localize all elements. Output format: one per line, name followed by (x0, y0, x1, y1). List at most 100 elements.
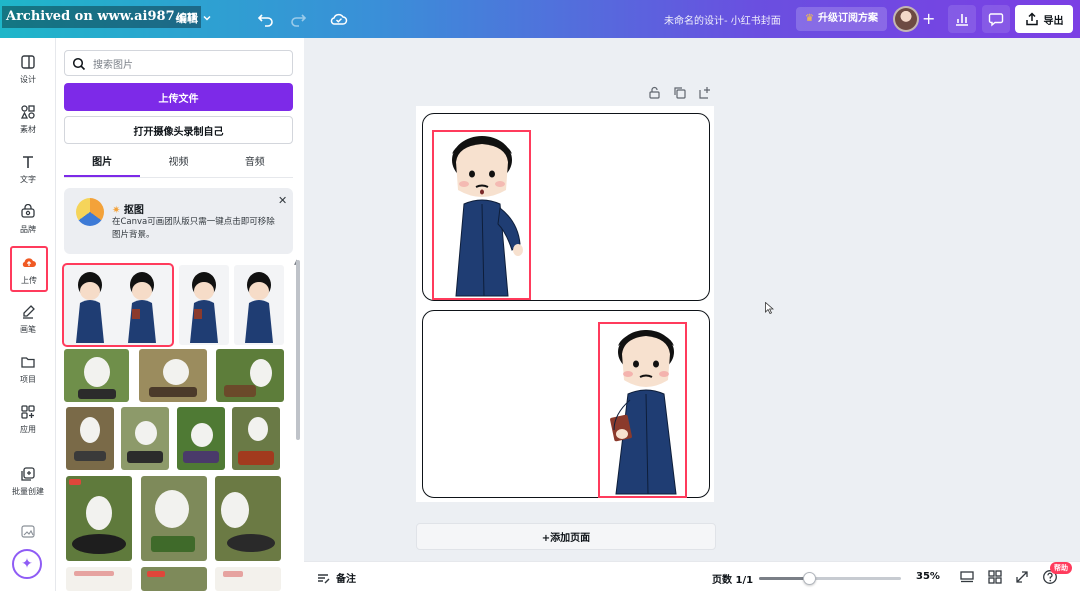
tab-videos[interactable]: 视频 (140, 150, 216, 177)
page-count[interactable]: 页数 1/1 (712, 571, 753, 586)
upgrade-label: 升级订阅方案 (817, 13, 878, 24)
uploaded-images-grid (62, 263, 292, 591)
sparkle-icon: ✷ (112, 205, 121, 216)
panel-scrollbar[interactable] (296, 260, 300, 440)
duplicate-page-icon[interactable] (673, 86, 686, 99)
help-badge[interactable]: 帮助 (1050, 562, 1072, 574)
uploaded-image[interactable] (62, 263, 174, 347)
uploaded-image[interactable] (139, 349, 207, 402)
apps-icon (21, 404, 35, 419)
uploaded-image[interactable] (232, 407, 280, 470)
rail-item-apps[interactable]: 应用 (4, 396, 52, 442)
background-remover-promo[interactable]: ✷ 抠图 在Canva可画团队版只需一键点击即可移除图片背景。 ✕ (64, 188, 293, 254)
rail-label: 批量创建 (12, 486, 44, 496)
uploaded-image[interactable] (215, 476, 281, 561)
zoom-level[interactable]: 35% (916, 571, 940, 582)
notes-icon (318, 573, 330, 583)
redo-icon[interactable] (288, 9, 308, 29)
zoom-slider-handle[interactable] (802, 572, 816, 585)
rail-item-draw[interactable]: 画笔 (4, 296, 52, 342)
add-page-icon[interactable] (698, 86, 711, 99)
uploaded-image[interactable] (66, 567, 132, 591)
left-rail: 设计 素材 文字 品牌 上传 画笔 项目 应用 批量创建 ✦ (0, 38, 56, 591)
rail-label: 品牌 (20, 224, 36, 234)
edit-mode-menu[interactable]: 编辑 (176, 10, 212, 26)
top-bar: Archived on www.ai987.cn 编辑 未命名的设计- 小红书封… (0, 0, 1080, 38)
rail-label: 项目 (20, 374, 36, 384)
image-sparkle-icon (21, 525, 35, 538)
page-view-icon[interactable] (959, 569, 975, 585)
add-page-button[interactable]: +添加页面 (416, 523, 716, 550)
bottom-bar: 备注 页数 1/1 35% 帮助 (304, 561, 1080, 591)
uploaded-image[interactable] (64, 349, 129, 402)
uploaded-image[interactable] (179, 265, 229, 345)
selected-image-top[interactable] (432, 130, 531, 300)
grid-view-icon[interactable] (987, 569, 1003, 585)
uploaded-image[interactable] (177, 407, 225, 470)
crown-icon: ♛ (805, 13, 814, 24)
avatar[interactable] (893, 6, 919, 32)
undo-icon[interactable] (256, 9, 276, 29)
uploaded-image[interactable] (216, 349, 284, 402)
tab-images[interactable]: 图片 (64, 150, 141, 177)
uploaded-image[interactable] (121, 407, 169, 470)
fullscreen-icon[interactable] (1014, 569, 1030, 585)
close-icon[interactable]: ✕ (278, 194, 287, 207)
selected-image-bottom[interactable] (598, 322, 687, 498)
export-label: 导出 (1043, 15, 1064, 27)
search-icon (72, 57, 86, 71)
zoom-slider[interactable] (759, 572, 901, 585)
brush-icon (23, 304, 35, 319)
rail-item-uploads[interactable]: 上传 (10, 246, 48, 292)
chart-icon[interactable] (948, 5, 976, 33)
rail-item-projects[interactable]: 项目 (4, 346, 52, 392)
rail-item-design[interactable]: 设计 (4, 46, 52, 92)
design-page[interactable] (416, 106, 714, 502)
notes-button[interactable]: 备注 (316, 570, 356, 585)
rail-label: 画笔 (20, 324, 36, 334)
upgrade-button[interactable]: ♛ 升级订阅方案 (796, 7, 887, 31)
rail-item-brand[interactable]: 品牌 (4, 196, 52, 242)
uploaded-image[interactable] (215, 567, 281, 591)
canvas-stage: +添加页面 (304, 38, 1080, 591)
edit-mode-label: 编辑 (176, 12, 198, 25)
character-reading-illustration (610, 330, 677, 495)
magic-sparkle-icon[interactable]: ✦ (12, 549, 42, 579)
rail-label: 文字 (20, 174, 36, 184)
tab-audio[interactable]: 音频 (217, 150, 293, 177)
design-title[interactable]: 未命名的设计- 小红书封面 (664, 12, 781, 27)
layout-icon (21, 54, 35, 69)
rail-item-bulk-create[interactable]: 批量创建 (4, 458, 52, 504)
promo-text: 在Canva可画团队版只需一键点击即可移除图片背景。 (112, 217, 275, 240)
uploaded-image[interactable] (66, 407, 114, 470)
chevron-down-icon (203, 15, 211, 21)
uploaded-image[interactable] (66, 476, 132, 561)
rail-item-more[interactable] (4, 508, 52, 554)
page-toolbar (648, 86, 711, 99)
notes-label: 备注 (336, 574, 356, 585)
rail-label: 上传 (21, 275, 37, 285)
rail-item-text[interactable]: 文字 (4, 146, 52, 192)
promo-image (76, 198, 104, 226)
uploaded-image[interactable] (141, 476, 207, 561)
search-placeholder: 搜索图片 (93, 59, 133, 71)
uploaded-image[interactable] (234, 265, 284, 345)
export-button[interactable]: 导出 (1015, 5, 1073, 33)
search-input[interactable]: 搜索图片 (64, 50, 293, 76)
lock-icon[interactable] (648, 86, 661, 99)
character-reading-illustration (452, 136, 523, 297)
upload-files-button[interactable]: 上传文件 (64, 83, 293, 111)
elements-icon (20, 104, 35, 119)
uploads-panel: 搜索图片 上传文件 打开摄像头录制自己 图片 视频 音频 ✷ 抠图 在Canva… (56, 38, 304, 591)
frame-top[interactable] (422, 113, 710, 301)
record-yourself-button[interactable]: 打开摄像头录制自己 (64, 116, 293, 144)
frame-bottom[interactable] (422, 310, 710, 498)
cloud-sync-icon[interactable] (329, 9, 349, 29)
rail-item-elements[interactable]: 素材 (4, 96, 52, 142)
plus-icon[interactable]: + (922, 9, 935, 29)
upload-cloud-icon (18, 252, 40, 271)
rail-label: 素材 (20, 124, 36, 134)
zoom-slider-fill (759, 577, 809, 580)
uploaded-image[interactable] (141, 567, 207, 591)
comment-icon[interactable] (982, 5, 1010, 33)
